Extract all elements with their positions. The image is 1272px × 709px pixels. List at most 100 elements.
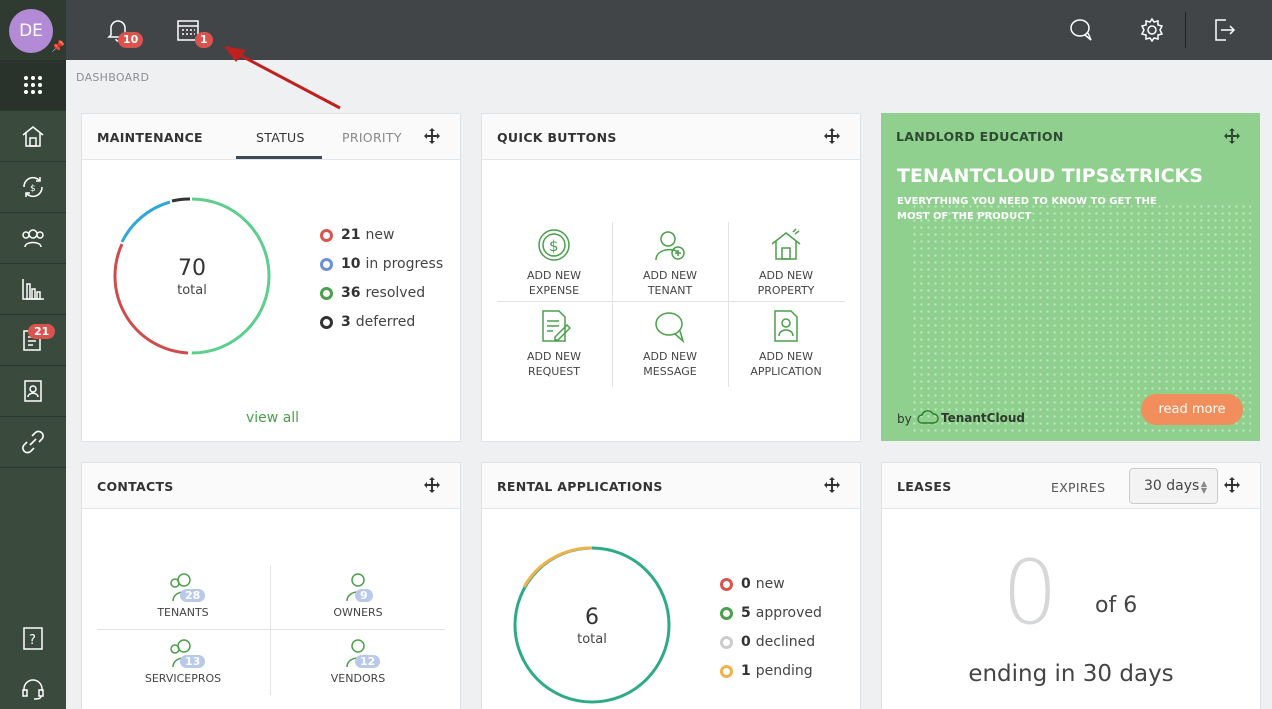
- legend-count: 0: [741, 576, 751, 592]
- button-label-line1: ADD NEW: [642, 269, 698, 282]
- sidebar-item-documents[interactable]: [0, 366, 66, 417]
- contacts-card: CONTACTS 28 TENANTS 9 OWNERS 13 SERVICEP…: [81, 462, 461, 709]
- legend-item: 21 new: [320, 227, 394, 243]
- leases-card: LEASES EXPIRES 30 days ▲ ▼ 0 of 6 ending …: [881, 462, 1261, 709]
- contact-tenants[interactable]: 28 TENANTS: [98, 571, 268, 619]
- legend-count: 21: [341, 227, 361, 243]
- maintenance-total-label: total: [177, 283, 207, 298]
- sidebar-item-accounting[interactable]: $: [0, 162, 66, 213]
- tab-status[interactable]: STATUS: [256, 130, 305, 145]
- add-message-button[interactable]: ADD NEW MESSAGE: [613, 309, 727, 379]
- move-icon[interactable]: [824, 128, 840, 144]
- status-dot: [720, 577, 733, 591]
- status-dot: [720, 635, 733, 649]
- expires-select[interactable]: 30 days ▲ ▼: [1129, 468, 1218, 504]
- card-header: QUICK BUTTONS: [482, 114, 860, 160]
- sidebar-item-integrations[interactable]: [0, 417, 66, 468]
- applications-total-label: total: [577, 632, 607, 647]
- help-icon: ?: [23, 626, 43, 650]
- segment-in-progress: [120, 200, 171, 243]
- sidebar-item-contacts[interactable]: [0, 213, 66, 264]
- sidebar-item-reports[interactable]: [0, 264, 66, 315]
- button-label-line2: PROPERTY: [757, 284, 815, 297]
- application-icon: [774, 310, 798, 342]
- avatar[interactable]: DE: [9, 9, 53, 53]
- legend-count: 1: [741, 663, 751, 679]
- legend-item: 1 pending: [720, 663, 813, 679]
- rental-applications-card: RENTAL APPLICATIONS 6 total 0 new 5 approv…: [481, 462, 861, 709]
- calendar-button[interactable]: 1: [172, 14, 213, 48]
- status-dot: [320, 257, 333, 271]
- segment-deferred: [171, 197, 191, 203]
- add-property-button[interactable]: ADD NEW PROPERTY: [729, 228, 843, 298]
- move-icon[interactable]: [424, 128, 440, 144]
- move-icon[interactable]: [1224, 477, 1240, 493]
- contact-vendors[interactable]: 12 VENDORS: [273, 637, 443, 685]
- legend-item: 0 declined: [720, 634, 815, 650]
- bar-chart-icon: [22, 279, 44, 300]
- settings-button[interactable]: [1136, 14, 1168, 46]
- annotation-arrow: [224, 46, 341, 110]
- quick-buttons-card: QUICK BUTTONS $ ADD NEW EXPENSE ADD NEW …: [481, 113, 861, 442]
- legend-label: in progress: [365, 256, 444, 272]
- sidebar-item-tasks[interactable]: 21: [0, 315, 66, 366]
- contact-servicepros[interactable]: 13 SERVICEPROS: [98, 637, 268, 685]
- dollar-circle-icon: $: [538, 229, 570, 261]
- chat-icon: [1070, 19, 1092, 41]
- card-title: MAINTENANCE: [97, 130, 203, 145]
- sidebar-item-dashboard[interactable]: [0, 60, 66, 111]
- add-expense-button[interactable]: $ ADD NEW EXPENSE: [497, 228, 611, 298]
- house-icon: [771, 228, 801, 260]
- sidebar-item-properties[interactable]: [0, 111, 66, 162]
- card-header: RENTAL APPLICATIONS: [482, 463, 860, 509]
- brand-text: TenantCloud: [941, 411, 1025, 425]
- legend-item: 0 new: [720, 576, 785, 592]
- updown-caret-icon: ▲ ▼: [1200, 479, 1207, 495]
- add-tenant-button[interactable]: ADD NEW TENANT: [613, 228, 727, 298]
- add-user-icon: [655, 231, 685, 261]
- view-all-link[interactable]: view all: [246, 410, 299, 426]
- tab-priority[interactable]: PRIORITY: [342, 130, 402, 145]
- button-label-line1: ADD NEW: [642, 350, 698, 363]
- move-icon[interactable]: [424, 477, 440, 493]
- button-label-line2: REQUEST: [528, 365, 580, 378]
- pin-icon[interactable]: 📌: [51, 40, 65, 53]
- card-title: QUICK BUTTONS: [497, 130, 617, 145]
- by-label: by: [897, 412, 912, 426]
- contact-owners[interactable]: 9 OWNERS: [273, 571, 443, 619]
- grid-icon: [24, 76, 42, 94]
- maintenance-total: 70: [178, 256, 206, 281]
- add-application-button[interactable]: ADD NEW APPLICATION: [729, 309, 843, 379]
- legend-item: 10 in progress: [320, 256, 443, 272]
- contact-label: TENANTS: [157, 606, 209, 619]
- status-dot: [320, 228, 333, 242]
- sidebar-item-help[interactable]: ?: [0, 612, 66, 663]
- count-badge: 12: [355, 655, 381, 668]
- count-badge: 28: [180, 589, 206, 602]
- sidebar-item-support[interactable]: [0, 663, 66, 709]
- legend-count: 36: [341, 285, 361, 301]
- add-request-button[interactable]: ADD NEW REQUEST: [497, 309, 611, 379]
- card-title: LANDLORD EDUCATION: [896, 129, 1064, 144]
- read-more-button[interactable]: read more: [1141, 394, 1243, 425]
- headset-icon: [22, 678, 44, 700]
- move-icon[interactable]: [824, 477, 840, 493]
- notifications-button[interactable]: 10: [102, 14, 144, 48]
- expires-label: EXPIRES: [1051, 480, 1106, 495]
- grid-divider: [97, 629, 445, 630]
- grid-divider: [270, 565, 271, 695]
- leases-of-total: of 6: [1095, 593, 1138, 618]
- card-title: LEASES: [897, 479, 952, 494]
- logout-button[interactable]: [1208, 14, 1240, 46]
- legend-label: approved: [755, 605, 822, 621]
- divider: [1185, 12, 1186, 48]
- chat-button[interactable]: [1065, 14, 1097, 46]
- button-label-line2: MESSAGE: [643, 365, 697, 378]
- contact-label: SERVICEPROS: [144, 672, 222, 685]
- move-icon[interactable]: [1224, 128, 1240, 144]
- svg-text:$: $: [549, 237, 559, 255]
- svg-text:$: $: [30, 184, 36, 194]
- breadcrumb: DASHBOARD: [76, 71, 150, 84]
- legend-count: 10: [341, 256, 361, 272]
- maintenance-card: MAINTENANCE STATUS PRIORITY 70 total 21 n…: [81, 113, 461, 442]
